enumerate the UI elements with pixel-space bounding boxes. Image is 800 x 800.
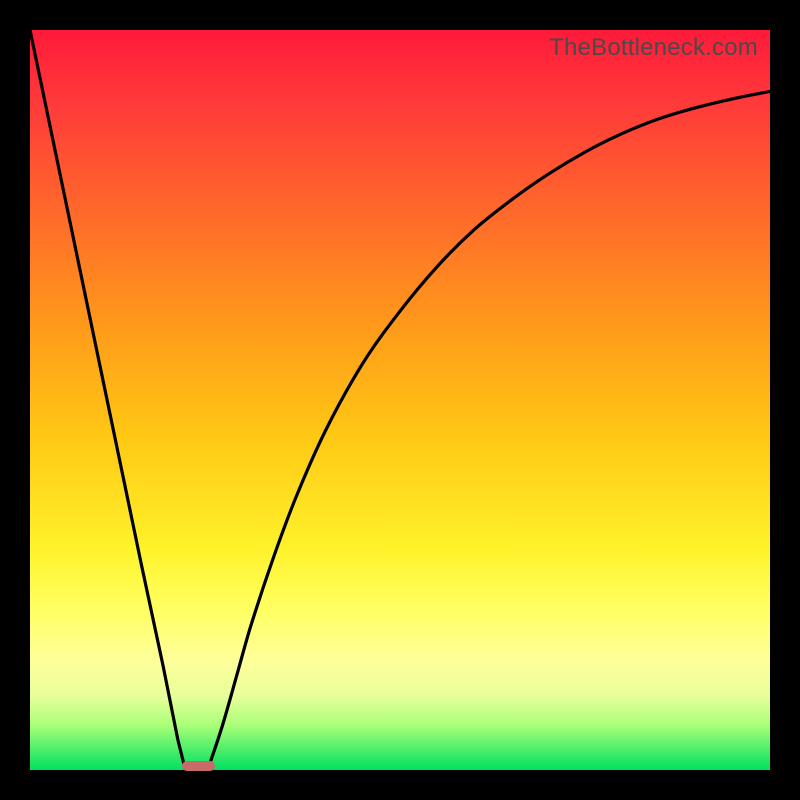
chart-frame: TheBottleneck.com [0,0,800,800]
plot-area: TheBottleneck.com [30,30,770,770]
optimal-marker [182,761,215,771]
curve-path [30,30,770,770]
bottleneck-curve [30,30,770,770]
